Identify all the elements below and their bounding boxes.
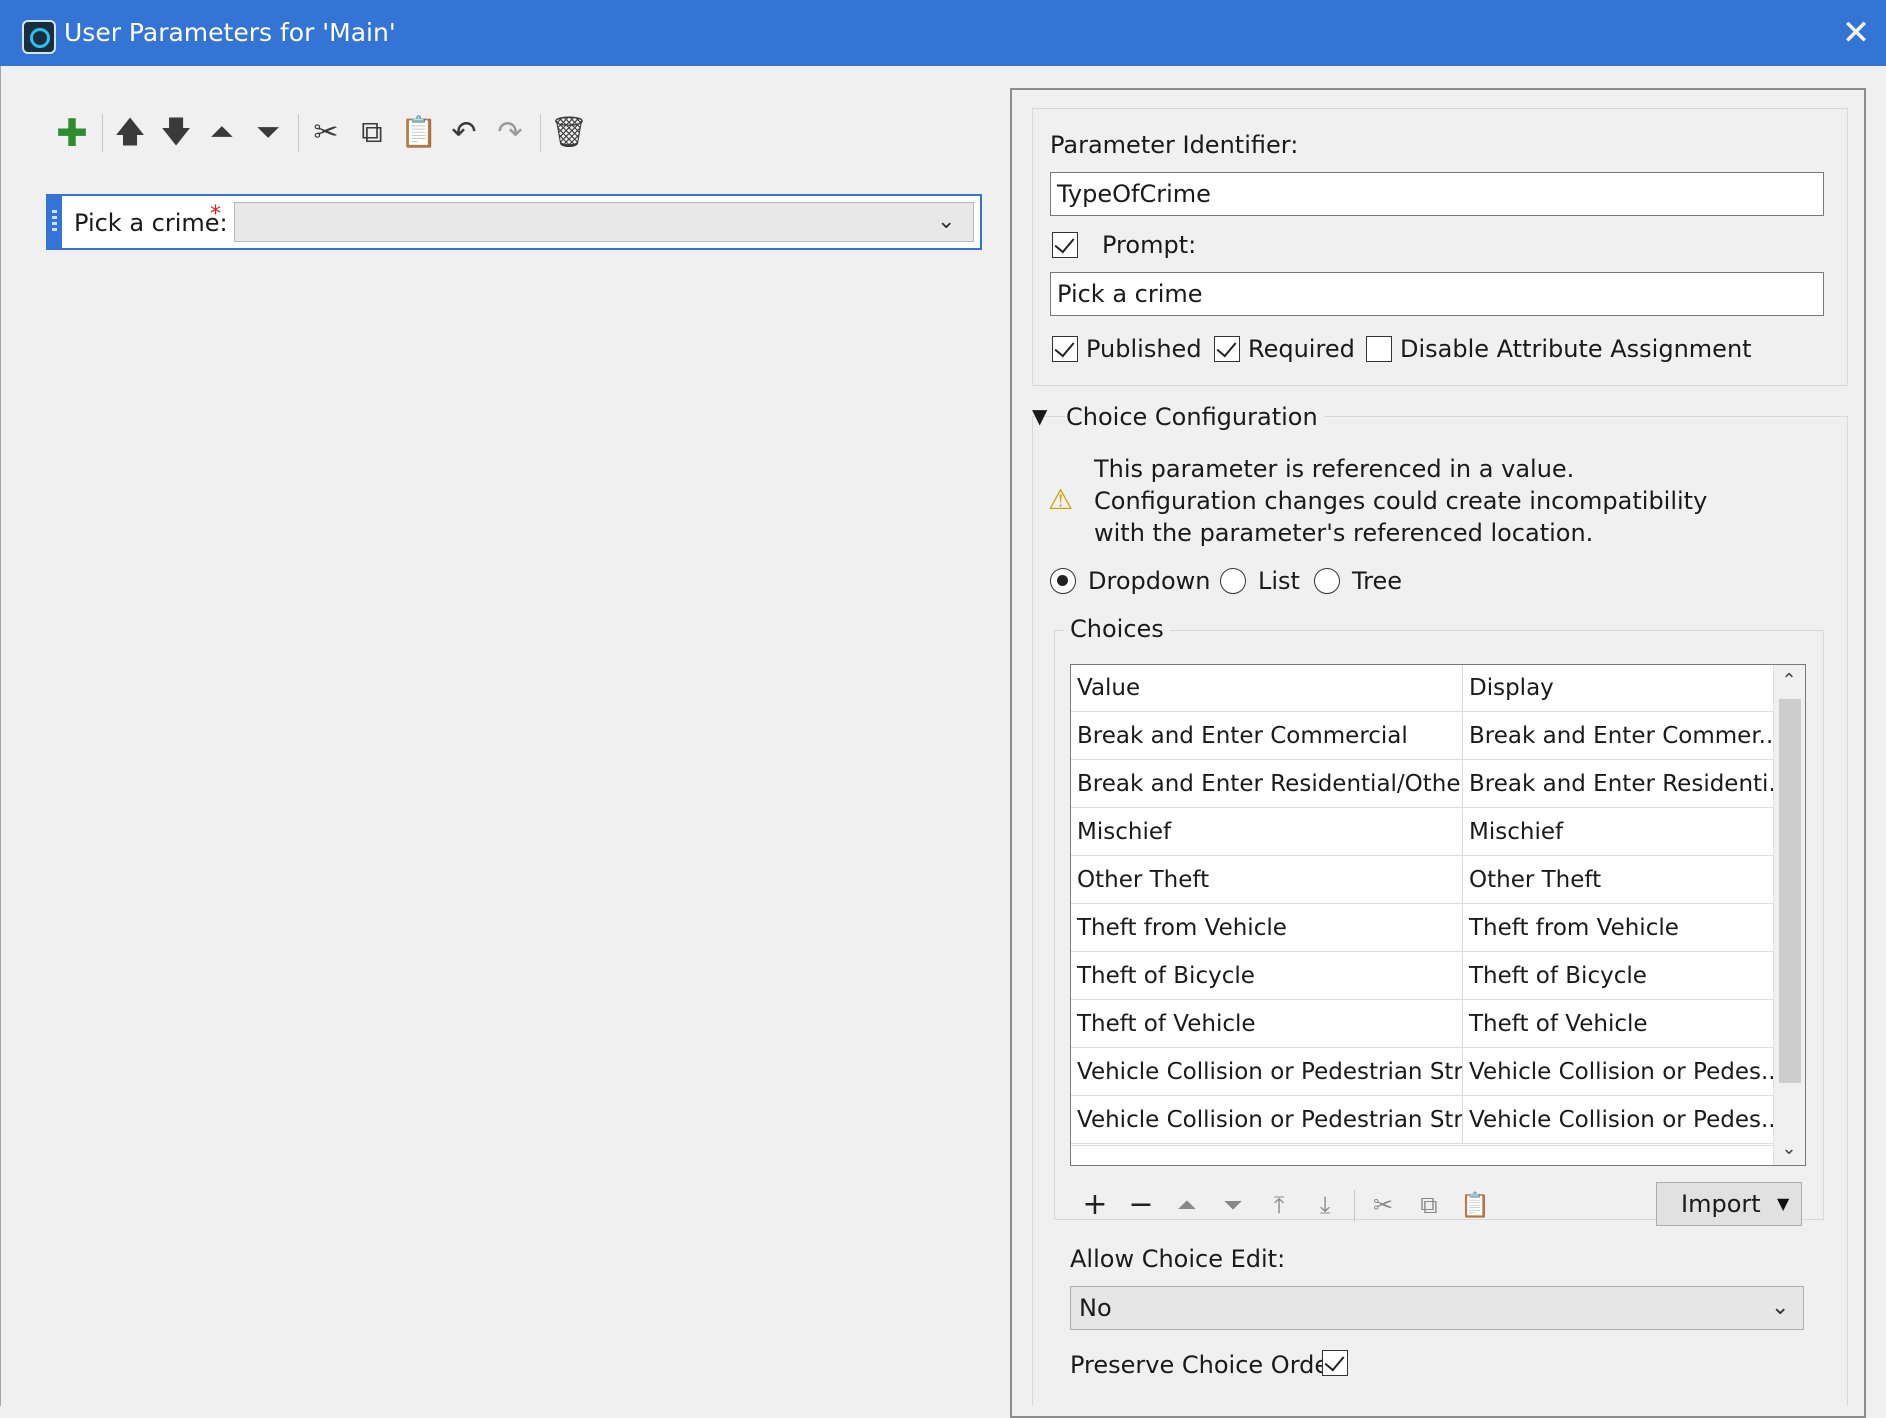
copy-icon[interactable]: ⧉ bbox=[354, 112, 390, 154]
warning-line-2: Configuration changes could create incom… bbox=[1094, 487, 1708, 515]
add-parameter-icon[interactable]: ✚ bbox=[54, 112, 90, 154]
published-label: Published bbox=[1086, 335, 1202, 363]
table-row-value[interactable]: Vehicle Collision or Pedestrian Str... bbox=[1071, 1097, 1463, 1144]
required-checkbox[interactable] bbox=[1214, 336, 1240, 362]
dropdown-radio[interactable] bbox=[1050, 568, 1076, 594]
chevron-down-icon: ⌄ bbox=[1771, 1295, 1790, 1320]
remove-choice-icon[interactable]: − bbox=[1124, 1188, 1158, 1222]
table-row-display[interactable] bbox=[1463, 1145, 1773, 1146]
chevron-down-icon: ⌄ bbox=[937, 209, 956, 234]
choice-bottom-icon[interactable]: ⤓ bbox=[1308, 1188, 1342, 1222]
choices-table[interactable]: Value Display Break and Enter Commercial… bbox=[1070, 664, 1806, 1166]
column-header-value[interactable]: Value bbox=[1071, 665, 1463, 712]
identifier-label: Parameter Identifier: bbox=[1050, 131, 1299, 159]
prompt-checkbox[interactable] bbox=[1052, 232, 1078, 258]
undo-icon[interactable]: ↶ bbox=[446, 112, 482, 154]
caret-down-icon: ▼ bbox=[1777, 1194, 1790, 1213]
table-scrollbar-thumb[interactable] bbox=[1779, 699, 1801, 1083]
choice-top-icon[interactable]: ⤒ bbox=[1262, 1188, 1296, 1222]
table-row-display[interactable]: Theft of Vehicle bbox=[1463, 1001, 1773, 1048]
move-up-icon[interactable]: 🡅 bbox=[112, 112, 148, 154]
window-title: User Parameters for 'Main' bbox=[64, 18, 396, 47]
required-label: Required bbox=[1248, 335, 1355, 363]
table-row-display[interactable]: Theft of Bicycle bbox=[1463, 953, 1773, 1000]
published-checkbox[interactable] bbox=[1052, 336, 1078, 362]
choice-copy-icon[interactable]: ⧉ bbox=[1412, 1188, 1446, 1222]
identifier-input[interactable]: TypeOfCrime bbox=[1050, 172, 1824, 216]
preserve-choice-order-checkbox[interactable] bbox=[1322, 1350, 1348, 1376]
tree-radio-label: Tree bbox=[1352, 567, 1403, 595]
table-row-value[interactable]: Vehicle Collision or Pedestrian Str... bbox=[1071, 1049, 1463, 1096]
list-radio[interactable] bbox=[1220, 568, 1246, 594]
toolbar-separator bbox=[540, 114, 541, 152]
drag-handle-icon[interactable] bbox=[48, 196, 62, 248]
dropdown-radio-label: Dropdown bbox=[1088, 567, 1211, 595]
table-row-display[interactable]: Break and Enter Commer... bbox=[1463, 713, 1773, 760]
tree-radio[interactable] bbox=[1314, 568, 1340, 594]
close-button[interactable]: ✕ bbox=[1836, 14, 1876, 54]
toolbar-separator bbox=[102, 114, 103, 152]
table-row-display[interactable]: Break and Enter Residenti... bbox=[1463, 761, 1773, 808]
choice-down-icon[interactable]: ⏷ bbox=[1216, 1188, 1250, 1222]
disable-attribute-assignment-checkbox[interactable] bbox=[1366, 336, 1392, 362]
allow-choice-edit-label: Allow Choice Edit: bbox=[1070, 1245, 1286, 1273]
collapse-triangle-icon[interactable]: ▼ bbox=[1032, 404, 1047, 428]
column-header-display[interactable]: Display bbox=[1463, 665, 1773, 712]
redo-icon[interactable]: ↷ bbox=[492, 112, 528, 154]
choices-label: Choices bbox=[1064, 614, 1170, 644]
move-to-bottom-icon[interactable]: ⏷ bbox=[250, 112, 286, 154]
add-choice-icon[interactable]: + bbox=[1078, 1188, 1112, 1222]
warning-line-1: This parameter is referenced in a value. bbox=[1094, 455, 1575, 483]
parameter-prompt-label: Pick a crime: bbox=[74, 209, 228, 237]
warning-line-3: with the parameter's referenced location… bbox=[1094, 519, 1594, 547]
choice-configuration-title: Choice Configuration bbox=[1066, 402, 1324, 432]
table-row-display[interactable]: Theft from Vehicle bbox=[1463, 905, 1773, 952]
choice-cut-icon[interactable]: ✂ bbox=[1366, 1188, 1400, 1222]
table-row-value[interactable]: Other Theft bbox=[1071, 857, 1463, 904]
allow-choice-edit-value: No bbox=[1079, 1294, 1112, 1322]
prompt-input[interactable]: Pick a crime bbox=[1050, 272, 1824, 316]
warning-icon: ⚠ bbox=[1048, 483, 1074, 516]
table-row-value[interactable]: Theft from Vehicle bbox=[1071, 905, 1463, 952]
list-radio-label: List bbox=[1258, 567, 1300, 595]
toolbar-separator bbox=[1354, 1190, 1355, 1222]
parameter-row[interactable]: Pick a crime: * ⌄ bbox=[46, 194, 982, 250]
choice-up-icon[interactable]: ⏶ bbox=[1170, 1188, 1204, 1222]
window-left-edge bbox=[0, 66, 6, 1406]
paste-icon[interactable]: 📋 bbox=[400, 112, 437, 154]
table-row-display[interactable]: Vehicle Collision or Pedes... bbox=[1463, 1049, 1773, 1096]
preserve-choice-order-label: Preserve Choice Order: bbox=[1070, 1351, 1347, 1379]
table-row-value[interactable]: Break and Enter Commercial bbox=[1071, 713, 1463, 760]
table-row-value[interactable]: Break and Enter Residential/Other bbox=[1071, 761, 1463, 808]
prompt-label: Prompt: bbox=[1102, 231, 1197, 259]
app-logo-icon bbox=[22, 20, 56, 54]
table-row-display[interactable]: Mischief bbox=[1463, 809, 1773, 856]
move-down-icon[interactable]: 🡇 bbox=[158, 112, 194, 154]
import-button[interactable]: Import ▼ bbox=[1656, 1182, 1802, 1226]
toolbar-separator bbox=[298, 114, 299, 152]
choice-paste-icon[interactable]: 📋 bbox=[1458, 1188, 1492, 1222]
move-to-top-icon[interactable]: ⏶ bbox=[204, 112, 240, 154]
scroll-down-icon[interactable]: ⌄ bbox=[1773, 1135, 1805, 1163]
table-row-value[interactable]: Theft of Vehicle bbox=[1071, 1001, 1463, 1048]
disable-attribute-assignment-label: Disable Attribute Assignment bbox=[1400, 335, 1752, 363]
cut-icon[interactable]: ✂ bbox=[308, 112, 344, 154]
table-row-display[interactable]: Other Theft bbox=[1463, 857, 1773, 904]
import-button-label: Import bbox=[1681, 1190, 1761, 1218]
table-row-value[interactable] bbox=[1071, 1145, 1463, 1146]
scroll-up-icon[interactable]: ⌃ bbox=[1773, 667, 1805, 695]
table-row-display[interactable]: Vehicle Collision or Pedes... bbox=[1463, 1097, 1773, 1144]
allow-choice-edit-select[interactable]: No ⌄ bbox=[1070, 1286, 1804, 1330]
table-row-value[interactable]: Theft of Bicycle bbox=[1071, 953, 1463, 1000]
parameter-preview-dropdown[interactable]: ⌄ bbox=[234, 202, 974, 242]
required-marker: * bbox=[210, 202, 221, 227]
table-row-value[interactable]: Mischief bbox=[1071, 809, 1463, 856]
delete-icon[interactable]: 🗑 bbox=[550, 112, 588, 154]
